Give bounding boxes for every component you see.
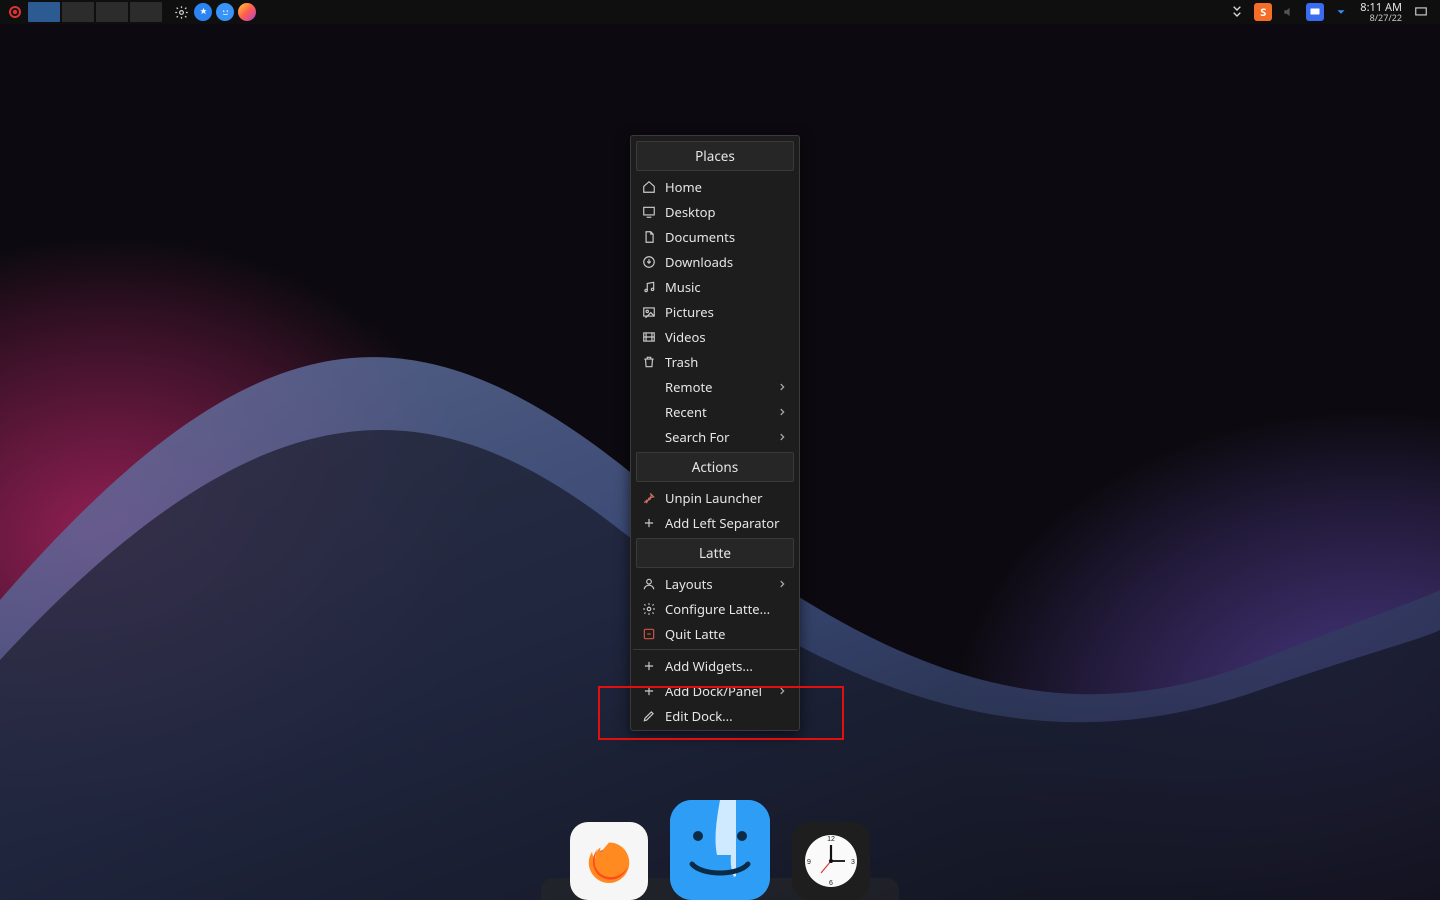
menu-item-label: Add Left Separator: [665, 514, 789, 532]
menu-item-label: Home: [665, 178, 789, 196]
menu-item-layouts[interactable]: Layouts: [633, 571, 797, 596]
menu-item-music[interactable]: Music: [633, 274, 797, 299]
menu-item-label: Add Dock/Panel: [665, 682, 777, 700]
downloads-icon: [641, 254, 657, 270]
menu-item-configure-latte[interactable]: Configure Latte...: [633, 596, 797, 621]
plus-icon: [641, 683, 657, 699]
menu-separator: [633, 649, 797, 650]
menu-item-unpin-launcher[interactable]: Unpin Launcher: [633, 485, 797, 510]
trash-icon: [641, 354, 657, 370]
chevron-right-icon: [777, 407, 789, 417]
menu-item-trash[interactable]: Trash: [633, 349, 797, 374]
menu-item-add-dock-panel[interactable]: Add Dock/Panel: [633, 678, 797, 703]
menu-item-label: Search For: [665, 428, 777, 446]
menu-item-home[interactable]: Home: [633, 174, 797, 199]
menu-item-label: Add Widgets...: [665, 657, 789, 675]
svg-text:12: 12: [827, 836, 835, 843]
menu-item-label: Quit Latte: [665, 625, 789, 643]
svg-text:9: 9: [807, 859, 811, 866]
svg-text:3: 3: [851, 859, 855, 866]
menu-item-label: Recent: [665, 403, 777, 421]
menu-item-recent[interactable]: Recent: [633, 399, 797, 424]
menu-item-add-left-separator[interactable]: Add Left Separator: [633, 510, 797, 535]
panel-clock[interactable]: 8:11 AM 8/27/22: [1360, 2, 1402, 22]
menu-item-label: Unpin Launcher: [665, 489, 789, 507]
menu-item-label: Pictures: [665, 303, 789, 321]
record-indicator[interactable]: [6, 3, 24, 21]
menu-item-label: Remote: [665, 378, 777, 396]
panel-app-store-icon[interactable]: [194, 3, 212, 21]
tray-icon-1[interactable]: [1228, 3, 1246, 21]
home-icon: [641, 179, 657, 195]
chevron-right-icon: [777, 579, 789, 589]
tray-orange-app-label: S: [1260, 5, 1266, 20]
pencil-icon: [641, 708, 657, 724]
task-switcher-item-1[interactable]: [28, 2, 60, 22]
dock-firefox-icon[interactable]: [570, 822, 648, 900]
dock-finder-icon[interactable]: [670, 800, 770, 900]
menu-item-label: Trash: [665, 353, 789, 371]
menu-item-edit-dock[interactable]: Edit Dock...: [633, 703, 797, 728]
settings-gear-icon[interactable]: [172, 3, 190, 21]
blank-icon: [641, 379, 657, 395]
svg-text:6: 6: [829, 880, 833, 887]
menu-item-documents[interactable]: Documents: [633, 224, 797, 249]
panel-app-icon-3[interactable]: [238, 3, 256, 21]
top-panel: S 8:11 AM 8/27/22: [0, 0, 1440, 24]
menu-item-downloads[interactable]: Downloads: [633, 249, 797, 274]
menu-item-desktop[interactable]: Desktop: [633, 199, 797, 224]
menu-item-label: Desktop: [665, 203, 789, 221]
menu-item-label: Edit Dock...: [665, 707, 789, 725]
menu-item-label: Documents: [665, 228, 789, 246]
gear-icon: [641, 601, 657, 617]
tray-orange-app-icon[interactable]: S: [1254, 3, 1272, 21]
blank-icon: [641, 404, 657, 420]
pictures-icon: [641, 304, 657, 320]
quit-icon: [641, 626, 657, 642]
menu-item-label: Videos: [665, 328, 789, 346]
tray-display-icon[interactable]: [1306, 3, 1324, 21]
dock-context-menu: Places Home Desktop Documents Downloads …: [630, 135, 800, 731]
chevron-right-icon: [777, 432, 789, 442]
chevron-right-icon: [777, 382, 789, 392]
menu-header-actions: Actions: [636, 452, 794, 482]
music-icon: [641, 279, 657, 295]
user-icon: [641, 576, 657, 592]
menu-item-remote[interactable]: Remote: [633, 374, 797, 399]
tray-show-desktop-icon[interactable]: [1412, 3, 1430, 21]
clock-date: 8/27/22: [1370, 13, 1402, 22]
dock-clock-icon[interactable]: 12 3 6 9: [792, 822, 870, 900]
chevron-right-icon: [777, 686, 789, 696]
menu-item-label: Music: [665, 278, 789, 296]
plus-icon: [641, 515, 657, 531]
tray-volume-icon[interactable]: [1280, 3, 1298, 21]
menu-item-search-for[interactable]: Search For: [633, 424, 797, 449]
menu-item-label: Downloads: [665, 253, 789, 271]
menu-item-pictures[interactable]: Pictures: [633, 299, 797, 324]
task-switcher-item-2[interactable]: [62, 2, 94, 22]
unpin-icon: [641, 490, 657, 506]
desktop-icon: [641, 204, 657, 220]
menu-item-quit-latte[interactable]: Quit Latte: [633, 621, 797, 646]
documents-icon: [641, 229, 657, 245]
blank-icon: [641, 429, 657, 445]
videos-icon: [641, 329, 657, 345]
menu-header-latte: Latte: [636, 538, 794, 568]
menu-item-label: Configure Latte...: [665, 600, 789, 618]
menu-item-videos[interactable]: Videos: [633, 324, 797, 349]
task-switcher-item-3[interactable]: [96, 2, 128, 22]
tray-expand-icon[interactable]: [1332, 3, 1350, 21]
menu-item-label: Layouts: [665, 575, 777, 593]
panel-finder-icon[interactable]: [216, 3, 234, 21]
menu-header-places: Places: [636, 141, 794, 171]
task-switcher-item-4[interactable]: [130, 2, 162, 22]
menu-item-add-widgets[interactable]: Add Widgets...: [633, 653, 797, 678]
dock: 12 3 6 9: [552, 794, 888, 900]
plus-icon: [641, 658, 657, 674]
